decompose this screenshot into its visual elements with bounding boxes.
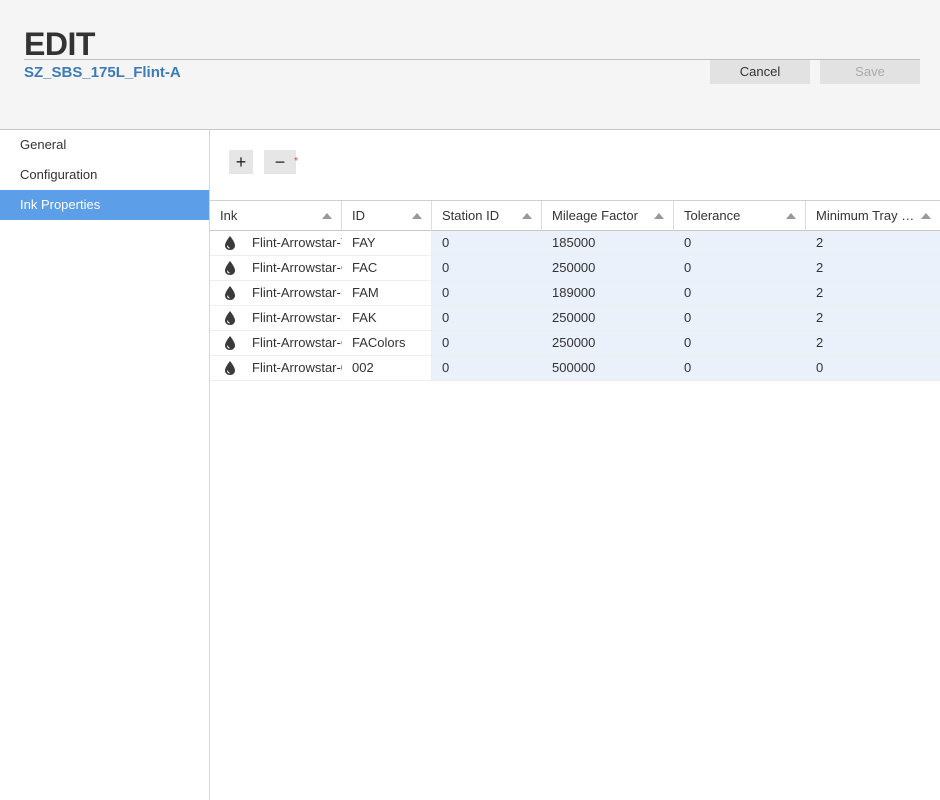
cell-tolerance[interactable]: 0	[674, 356, 806, 380]
sort-ascending-icon[interactable]	[522, 213, 532, 219]
ink-name: Flint-Arrowstar-K	[252, 310, 342, 325]
cell-minimum-tray[interactable]: 2	[806, 331, 940, 355]
sidebar-item-configuration[interactable]: Configuration	[0, 160, 209, 190]
cell-minimum-tray[interactable]: 2	[806, 256, 940, 280]
cell-station-id[interactable]: 0	[432, 256, 542, 280]
ink-drop-icon	[222, 285, 238, 301]
cell-id[interactable]: FAK	[342, 306, 432, 330]
cell-id[interactable]: FAY	[342, 231, 432, 255]
table-row[interactable]: Flint-Arrowstar-Y FAY 0 185000 0 2	[210, 231, 940, 256]
cell-minimum-tray[interactable]: 0	[806, 356, 940, 380]
ink-drop-icon	[222, 310, 238, 326]
ink-drop-icon	[222, 235, 238, 251]
sidebar-item-general[interactable]: General	[0, 130, 209, 160]
cell-mileage-factor[interactable]: 185000	[542, 231, 674, 255]
column-header-id[interactable]: ID	[342, 201, 432, 231]
table-row[interactable]: Flint-Arrowstar-ColorsFAColors025000002	[210, 331, 940, 356]
cell-minimum-tray[interactable]: 2	[806, 231, 940, 255]
cell-ink[interactable]: Flint-Arrowstar-K	[210, 306, 342, 330]
cell-tolerance[interactable]: 0	[674, 231, 806, 255]
page-title: EDIT	[24, 26, 95, 62]
cell-ink[interactable]: Flint-Arrowstar-Colors	[210, 331, 342, 355]
cell-station-id[interactable]: 0	[432, 306, 542, 330]
sidebar: General Configuration Ink Properties	[0, 130, 210, 800]
column-header-mileage-factor[interactable]: Mileage Factor	[542, 201, 674, 231]
cell-mileage-factor[interactable]: 250000	[542, 331, 674, 355]
ink-drop-icon	[222, 260, 238, 276]
column-header-minimum-tray[interactable]: Minimum Tray V…	[806, 201, 940, 231]
cell-tolerance[interactable]: 0	[674, 281, 806, 305]
ink-name: Flint-Arrowstar-C	[252, 260, 342, 275]
remove-row-button[interactable]: −	[264, 150, 296, 174]
cell-minimum-tray[interactable]: 2	[806, 306, 940, 330]
table-row[interactable]: Flint-Arrowstar-M FAM 0 189000 0 2	[210, 281, 940, 306]
sort-ascending-icon[interactable]	[654, 213, 664, 219]
save-button[interactable]: Save	[820, 60, 920, 84]
sort-ascending-icon[interactable]	[786, 213, 796, 219]
cell-mileage-factor[interactable]: 189000	[542, 281, 674, 305]
table-row[interactable]: Flint-Arrowstar-K FAK 0 250000 0 2	[210, 306, 940, 331]
table-body: Flint-Arrowstar-Y FAY 0 185000 0 2 Flint-Arrow…	[210, 231, 940, 381]
cell-mileage-factor[interactable]: 250000	[542, 256, 674, 280]
ink-drop-icon	[222, 360, 238, 376]
cell-minimum-tray[interactable]: 2	[806, 281, 940, 305]
cell-station-id[interactable]: 0	[432, 231, 542, 255]
required-indicator: *	[294, 156, 298, 167]
table-row[interactable]: Flint-Arrowstar-002002050000000	[210, 356, 940, 381]
sort-ascending-icon[interactable]	[921, 213, 931, 219]
sidebar-item-ink-properties[interactable]: Ink Properties	[0, 190, 209, 220]
sort-ascending-icon[interactable]	[322, 213, 332, 219]
cancel-button[interactable]: Cancel	[710, 60, 810, 84]
cell-station-id[interactable]: 0	[432, 281, 542, 305]
table-row[interactable]: Flint-Arrowstar-C FAC 0 250000 0 2	[210, 256, 940, 281]
cell-id[interactable]: 002	[342, 356, 432, 380]
cell-id[interactable]: FAM	[342, 281, 432, 305]
ink-name: Flint-Arrowstar-Y	[252, 235, 342, 250]
table-header: Ink ID Station ID Mileage Factor Toleran…	[210, 200, 940, 231]
ink-name: Flint-Arrowstar-Colors	[252, 335, 342, 350]
ink-properties-table: Ink ID Station ID Mileage Factor Toleran…	[210, 200, 940, 381]
record-name: SZ_SBS_175L_Flint-A	[24, 64, 181, 81]
cell-tolerance[interactable]: 0	[674, 306, 806, 330]
cell-id[interactable]: FAC	[342, 256, 432, 280]
ink-name: Flint-Arrowstar-M	[252, 285, 342, 300]
cell-mileage-factor[interactable]: 500000	[542, 356, 674, 380]
ink-drop-icon	[222, 335, 238, 351]
ink-name: Flint-Arrowstar-002	[252, 360, 342, 375]
column-header-tolerance[interactable]: Tolerance	[674, 201, 806, 231]
cell-ink[interactable]: Flint-Arrowstar-002	[210, 356, 342, 380]
main-panel: + − * Ink ID Station ID Mileage Factor T…	[210, 130, 940, 800]
cell-mileage-factor[interactable]: 250000	[542, 306, 674, 330]
cell-ink[interactable]: Flint-Arrowstar-M	[210, 281, 342, 305]
add-row-button[interactable]: +	[229, 150, 253, 174]
cell-tolerance[interactable]: 0	[674, 331, 806, 355]
column-header-ink[interactable]: Ink	[210, 201, 342, 231]
cell-station-id[interactable]: 0	[432, 356, 542, 380]
column-header-station-id[interactable]: Station ID	[432, 201, 542, 231]
cell-id[interactable]: FAColors	[342, 331, 432, 355]
cell-station-id[interactable]: 0	[432, 331, 542, 355]
sort-ascending-icon[interactable]	[412, 213, 422, 219]
cell-ink[interactable]: Flint-Arrowstar-C	[210, 256, 342, 280]
cell-tolerance[interactable]: 0	[674, 256, 806, 280]
cell-ink[interactable]: Flint-Arrowstar-Y	[210, 231, 342, 255]
dialog-header: EDIT SZ_SBS_175L_Flint-A Cancel Save	[0, 0, 940, 130]
